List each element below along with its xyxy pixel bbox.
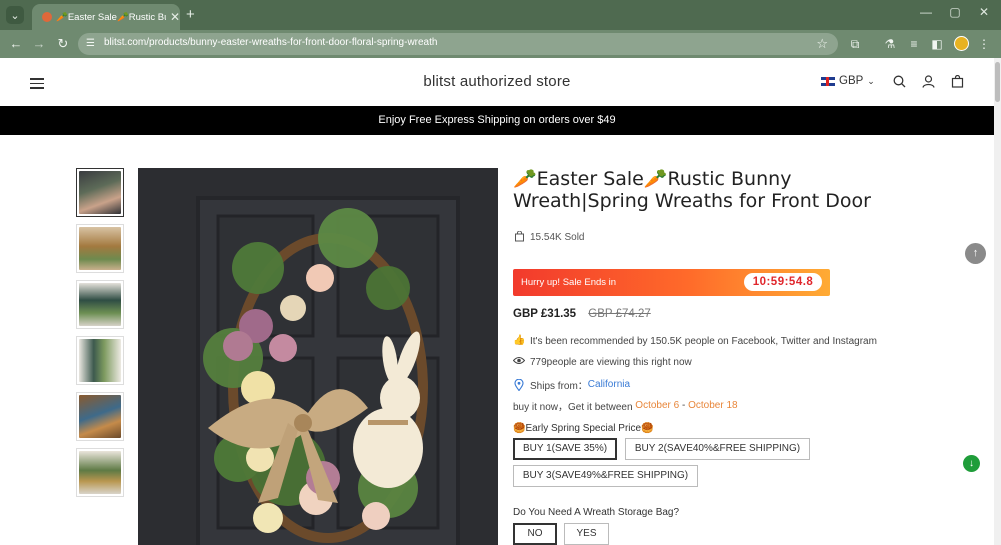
option-buy-2-button[interactable]: BUY 2(SAVE40%&FREE SHIPPING) (625, 438, 810, 460)
option-label-bundle: 🥮Early Spring Special Price🥮 (513, 423, 654, 434)
chevron-down-icon: ⌄ (867, 75, 875, 86)
tab-title: 🥕Easter Sale🥕Rustic Bunny (56, 11, 166, 23)
product-thumbnail[interactable] (76, 392, 124, 441)
maximize-icon[interactable]: ▢ (945, 5, 965, 19)
reading-list-icon[interactable]: ≡ (906, 37, 922, 51)
thumbnail-list (76, 168, 126, 504)
sidebar-icon[interactable]: ◧ (929, 37, 945, 51)
viewing-line: 779people are viewing this right now (512, 356, 692, 368)
delivery-prefix: buy it now，Get it between (513, 402, 636, 413)
option-buy-3-button[interactable]: BUY 3(SAVE49%&FREE SHIPPING) (513, 465, 698, 487)
search-icon[interactable] (893, 75, 906, 91)
ships-from-value[interactable]: California (588, 379, 630, 390)
sold-text: 15.54K Sold (530, 231, 585, 243)
delivery-sep: - (679, 400, 689, 411)
product-title: 🥕Easter Sale🥕Rustic Bunny Wreath|Spring … (513, 168, 871, 212)
product-main-image[interactable] (138, 168, 498, 545)
option-label-storage-bag: Do You Need A Wreath Storage Bag? (513, 507, 680, 518)
window-close-icon[interactable]: ✕ (974, 5, 994, 19)
site-info-icon[interactable]: ☰ (86, 38, 97, 49)
product-thumbnail[interactable] (76, 336, 124, 385)
star-icon[interactable]: ☆ (816, 36, 828, 52)
back-icon[interactable]: ← (8, 36, 24, 51)
product-thumbnail[interactable] (76, 168, 124, 217)
uk-flag-icon (821, 76, 835, 86)
page-scrollbar[interactable] (994, 58, 1001, 545)
new-tab-button[interactable]: + (186, 6, 195, 23)
promo-banner: Enjoy Free Express Shipping on orders ov… (0, 106, 994, 135)
product-thumbnail[interactable] (76, 448, 124, 497)
url-text[interactable]: blitst.com/products/bunny-easter-wreaths… (104, 37, 437, 48)
product-thumbnail[interactable] (76, 280, 124, 329)
profile-avatar[interactable] (954, 36, 969, 51)
currency-selector[interactable]: GBP ⌄ (821, 75, 875, 87)
favicon-icon (42, 12, 52, 22)
option-no-button[interactable]: NO (513, 523, 557, 545)
arrow-up-icon[interactable]: ↑ (965, 243, 986, 264)
delivery-line: buy it now，Get it between October 6 - Oc… (513, 398, 738, 413)
recommended-line: 👍 It's been recommended by 150.5K people… (513, 335, 877, 347)
forward-icon[interactable]: → (31, 36, 47, 51)
price-block: GBP £31.35 GBP £74.27 (513, 308, 651, 320)
location-pin-icon (513, 378, 525, 391)
scrollbar-thumb[interactable] (995, 62, 1000, 102)
reload-icon[interactable]: ↻ (55, 36, 71, 52)
recommended-text: It's been recommended by 150.5K people o… (530, 335, 877, 347)
extensions-icon[interactable]: ⧉ (847, 37, 863, 52)
original-price: GBP £74.27 (588, 308, 651, 320)
viewing-text: 779people are viewing this right now (530, 356, 692, 368)
browser-tabbar: ⌄ 🥕Easter Sale🥕Rustic Bunny ✕ + — ▢ ✕ (0, 0, 1001, 30)
address-bar[interactable]: ☰ blitst.com/products/bunny-easter-wreat… (78, 33, 838, 55)
sale-countdown: Hurry up! Sale Ends in 10:59:54.8 (513, 269, 830, 296)
currency-label: GBP (839, 75, 864, 87)
countdown-timer: 10:59:54.8 (744, 273, 822, 291)
option-buy-1-button[interactable]: BUY 1(SAVE 35%) (513, 438, 617, 460)
web-page: blitst authorized store GBP ⌄ Enjoy Free… (0, 58, 994, 545)
flask-icon[interactable]: ⚗ (882, 37, 898, 51)
product-thumbnail[interactable] (76, 224, 124, 273)
help-icon[interactable]: ↓ (963, 455, 980, 472)
more-menu-icon[interactable]: ⋮ (976, 37, 992, 51)
delivery-end-date: October 18 (688, 400, 738, 411)
delivery-start-date: October 6 (635, 400, 680, 411)
browser-tab[interactable]: 🥕Easter Sale🥕Rustic Bunny ✕ (32, 4, 180, 30)
cart-icon[interactable] (951, 74, 964, 91)
thumbs-up-icon: 👍 (513, 335, 526, 346)
ships-from-line: Ships from： California (513, 377, 630, 392)
bag-icon (513, 230, 525, 243)
account-icon[interactable] (922, 75, 935, 91)
ships-from-label: Ships from： (530, 381, 588, 392)
current-price: GBP £31.35 (513, 308, 577, 320)
tab-menu-icon[interactable]: ⌄ (6, 6, 24, 24)
countdown-label: Hurry up! Sale Ends in (521, 277, 617, 288)
eye-icon (512, 356, 526, 368)
site-header: blitst authorized store GBP ⌄ (0, 58, 994, 106)
product-info: 🥕Easter Sale🥕Rustic Bunny Wreath|Spring … (512, 168, 933, 545)
close-icon[interactable]: ✕ (170, 10, 180, 24)
browser-toolbar: ← → ↻ ☰ blitst.com/products/bunny-easter… (0, 30, 1001, 58)
minimize-icon[interactable]: — (916, 5, 936, 19)
sold-count: 15.54K Sold (513, 230, 933, 243)
option-yes-button[interactable]: YES (564, 523, 609, 545)
